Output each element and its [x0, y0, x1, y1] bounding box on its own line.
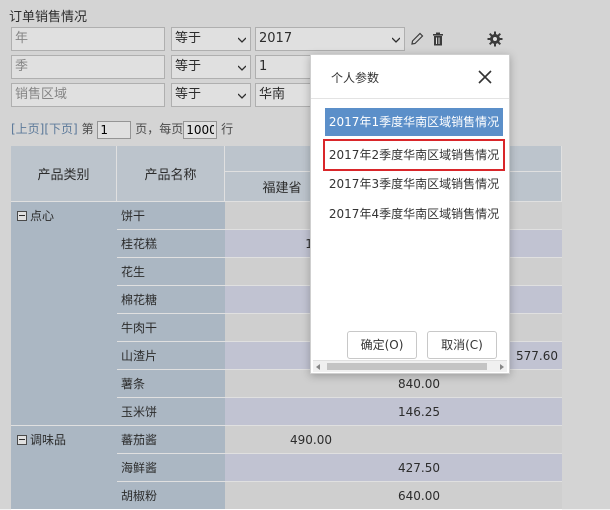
scrollbar-thumb[interactable] [327, 363, 487, 370]
param-option-q1[interactable]: 2017年1季度华南区域销售情况 [325, 108, 503, 136]
close-icon[interactable] [478, 70, 492, 84]
personal-params-dialog: 个人参数 2017年1季度华南区域销售情况 2017年2季度华南区域销售情况 2… [310, 54, 510, 374]
cancel-button[interactable]: 取消(C) [427, 331, 497, 359]
horizontal-scrollbar[interactable] [313, 360, 507, 372]
param-option-q3[interactable]: 2017年3季度华南区域销售情况 [325, 170, 503, 198]
divider [311, 98, 509, 99]
scroll-right-icon[interactable] [500, 364, 504, 370]
dialog-title: 个人参数 [331, 71, 380, 85]
param-option-q2[interactable]: 2017年2季度华南区域销售情况 [323, 139, 505, 171]
modal-overlay [0, 0, 610, 509]
scroll-left-icon[interactable] [316, 364, 320, 370]
param-option-q4[interactable]: 2017年4季度华南区域销售情况 [325, 200, 503, 228]
ok-button[interactable]: 确定(O) [347, 331, 417, 359]
